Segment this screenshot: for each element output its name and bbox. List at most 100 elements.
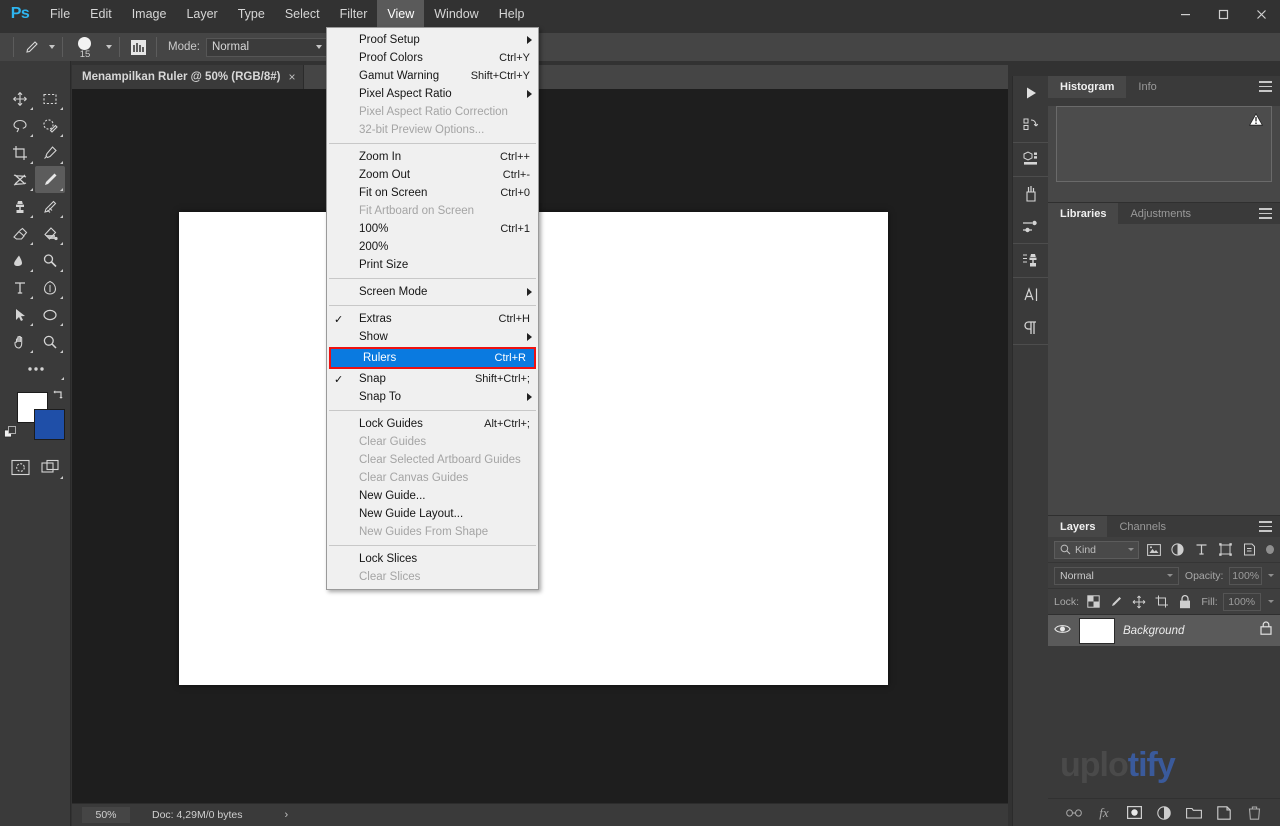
actions-icon[interactable] — [1013, 109, 1049, 142]
menubar-item-help[interactable]: Help — [489, 0, 535, 28]
eraser-tool[interactable] — [5, 220, 35, 247]
brush-presets-icon[interactable] — [1013, 177, 1049, 210]
path-selection-tool[interactable] — [5, 301, 35, 328]
delete-layer-icon[interactable] — [1246, 805, 1262, 821]
lock-all-icon[interactable] — [1176, 593, 1194, 611]
play-icon[interactable] — [1013, 76, 1049, 109]
healing-brush-tool[interactable] — [5, 166, 35, 193]
menu-item-gamut-warning[interactable]: Gamut Warning Shift+Ctrl+Y — [327, 67, 538, 85]
zoom-tool[interactable] — [35, 328, 65, 355]
menubar-item-select[interactable]: Select — [275, 0, 330, 28]
screen-mode[interactable] — [35, 454, 65, 481]
status-expand-icon[interactable]: › — [284, 809, 288, 821]
menu-item-print-size[interactable]: Print Size — [327, 256, 538, 274]
panel-menu-icon[interactable] — [1259, 208, 1272, 219]
menu-item-lock-slices[interactable]: Lock Slices — [327, 550, 538, 568]
menubar-item-window[interactable]: Window — [424, 0, 488, 28]
opacity-value-field[interactable]: 100% — [1229, 566, 1262, 585]
close-icon[interactable]: × — [288, 71, 295, 83]
menubar-item-type[interactable]: Type — [228, 0, 275, 28]
close-icon[interactable] — [1242, 0, 1280, 28]
swap-colors-icon[interactable] — [52, 388, 65, 406]
menu-item-new-guide-layout[interactable]: New Guide Layout... — [327, 505, 538, 523]
tab-layers[interactable]: Layers — [1048, 516, 1108, 537]
type-tool[interactable] — [5, 274, 35, 301]
brush-tool[interactable] — [35, 166, 65, 193]
gradient-tool[interactable] — [35, 220, 65, 247]
new-group-icon[interactable] — [1186, 805, 1202, 821]
hand-tool[interactable] — [5, 328, 35, 355]
pixel-filter-icon[interactable] — [1145, 540, 1163, 560]
link-layers-icon[interactable] — [1066, 805, 1082, 821]
edit-toolbar-tool[interactable] — [5, 355, 66, 382]
layer-filter-kind-select[interactable]: Kind — [1054, 540, 1139, 559]
smart-object-filter-icon[interactable] — [1240, 540, 1258, 560]
menu-item-100[interactable]: 100% Ctrl+1 — [327, 220, 538, 238]
rectangular-marquee-tool[interactable] — [35, 85, 65, 112]
menu-item-show[interactable]: Show — [327, 328, 538, 346]
panel-menu-icon[interactable] — [1259, 81, 1272, 92]
brush-preset-caret-icon[interactable] — [49, 45, 55, 49]
panel-menu-icon[interactable] — [1259, 521, 1272, 532]
menu-item-screen-mode[interactable]: Screen Mode — [327, 283, 538, 301]
quick-mask-mode[interactable] — [5, 454, 35, 481]
menu-item-zoom-out[interactable]: Zoom Out Ctrl+- — [327, 166, 538, 184]
menu-item-fit-on-screen[interactable]: Fit on Screen Ctrl+0 — [327, 184, 538, 202]
brush-picker-caret-icon[interactable] — [106, 45, 112, 49]
menu-item-zoom-in[interactable]: Zoom In Ctrl++ — [327, 148, 538, 166]
lock-transparent-pixels-icon[interactable] — [1084, 593, 1102, 611]
uncached-data-warning-icon[interactable] — [1248, 112, 1264, 131]
character-icon[interactable] — [1013, 278, 1049, 311]
layer-mask-icon[interactable] — [1126, 805, 1142, 821]
menu-item-snap-to[interactable]: Snap To — [327, 388, 538, 406]
tab-info[interactable]: Info — [1126, 76, 1169, 98]
eyedropper-tool[interactable] — [35, 139, 65, 166]
lock-artboard-nesting-icon[interactable] — [1153, 593, 1171, 611]
menu-item-new-guide[interactable]: New Guide... — [327, 487, 538, 505]
fill-slider-caret-icon[interactable] — [1267, 600, 1274, 603]
menubar-item-file[interactable]: File — [40, 0, 80, 28]
menubar-item-layer[interactable]: Layer — [176, 0, 227, 28]
paragraph-icon[interactable] — [1013, 311, 1049, 344]
lock-image-pixels-icon[interactable] — [1107, 593, 1125, 611]
menu-item-200[interactable]: 200% — [327, 238, 538, 256]
menu-item-proof-colors[interactable]: Proof Colors Ctrl+Y — [327, 49, 538, 67]
quick-selection-tool[interactable] — [35, 112, 65, 139]
menubar-item-image[interactable]: Image — [122, 0, 177, 28]
blur-tool[interactable] — [5, 247, 35, 274]
menubar-item-view[interactable]: View — [377, 0, 425, 28]
menu-item-snap[interactable]: ✓ Snap Shift+Ctrl+; — [327, 370, 538, 388]
lock-position-icon[interactable] — [1130, 593, 1148, 611]
blend-mode-select[interactable]: Normal — [205, 37, 328, 57]
menubar-item-edit[interactable]: Edit — [80, 0, 122, 28]
menu-item-proof-setup[interactable]: Proof Setup — [327, 31, 538, 49]
brush-size-preview[interactable]: 15 — [70, 33, 100, 61]
menu-item-lock-guides[interactable]: Lock Guides Alt+Ctrl+; — [327, 415, 538, 433]
maximize-icon[interactable] — [1204, 0, 1242, 28]
shape-filter-icon[interactable] — [1216, 540, 1234, 560]
brush-settings-icon[interactable] — [1013, 210, 1049, 243]
menu-item-rulers[interactable]: Rulers Ctrl+R — [331, 349, 534, 367]
layer-blend-mode-select[interactable]: Normal — [1054, 566, 1179, 585]
layer-style-icon[interactable]: fx — [1096, 805, 1112, 821]
table-row[interactable]: Background — [1048, 615, 1280, 647]
move-tool[interactable] — [5, 85, 35, 112]
new-fill-adjustment-icon[interactable] — [1156, 805, 1172, 821]
minimize-icon[interactable] — [1166, 0, 1204, 28]
type-filter-icon[interactable] — [1193, 540, 1211, 560]
tab-adjustments[interactable]: Adjustments — [1118, 203, 1203, 224]
background-color-swatch[interactable] — [34, 409, 65, 440]
new-layer-icon[interactable] — [1216, 805, 1232, 821]
tab-histogram[interactable]: Histogram — [1048, 76, 1127, 98]
reset-colors-icon[interactable] — [4, 426, 18, 445]
filter-toggle[interactable] — [1266, 545, 1275, 554]
crop-tool[interactable] — [5, 139, 35, 166]
view-menu-dropdown[interactable]: Proof Setup Proof Colors Ctrl+Y Gamut Warni… — [326, 27, 539, 590]
tab-libraries[interactable]: Libraries — [1048, 203, 1119, 224]
menubar-item-filter[interactable]: Filter — [330, 0, 378, 28]
history-brush-tool[interactable] — [35, 193, 65, 220]
canvas-area[interactable] — [72, 89, 1008, 803]
menu-item-extras[interactable]: ✓ Extras Ctrl+H — [327, 310, 538, 328]
brush-panel-toggle-icon[interactable] — [127, 36, 149, 58]
dodge-tool[interactable] — [35, 247, 65, 274]
